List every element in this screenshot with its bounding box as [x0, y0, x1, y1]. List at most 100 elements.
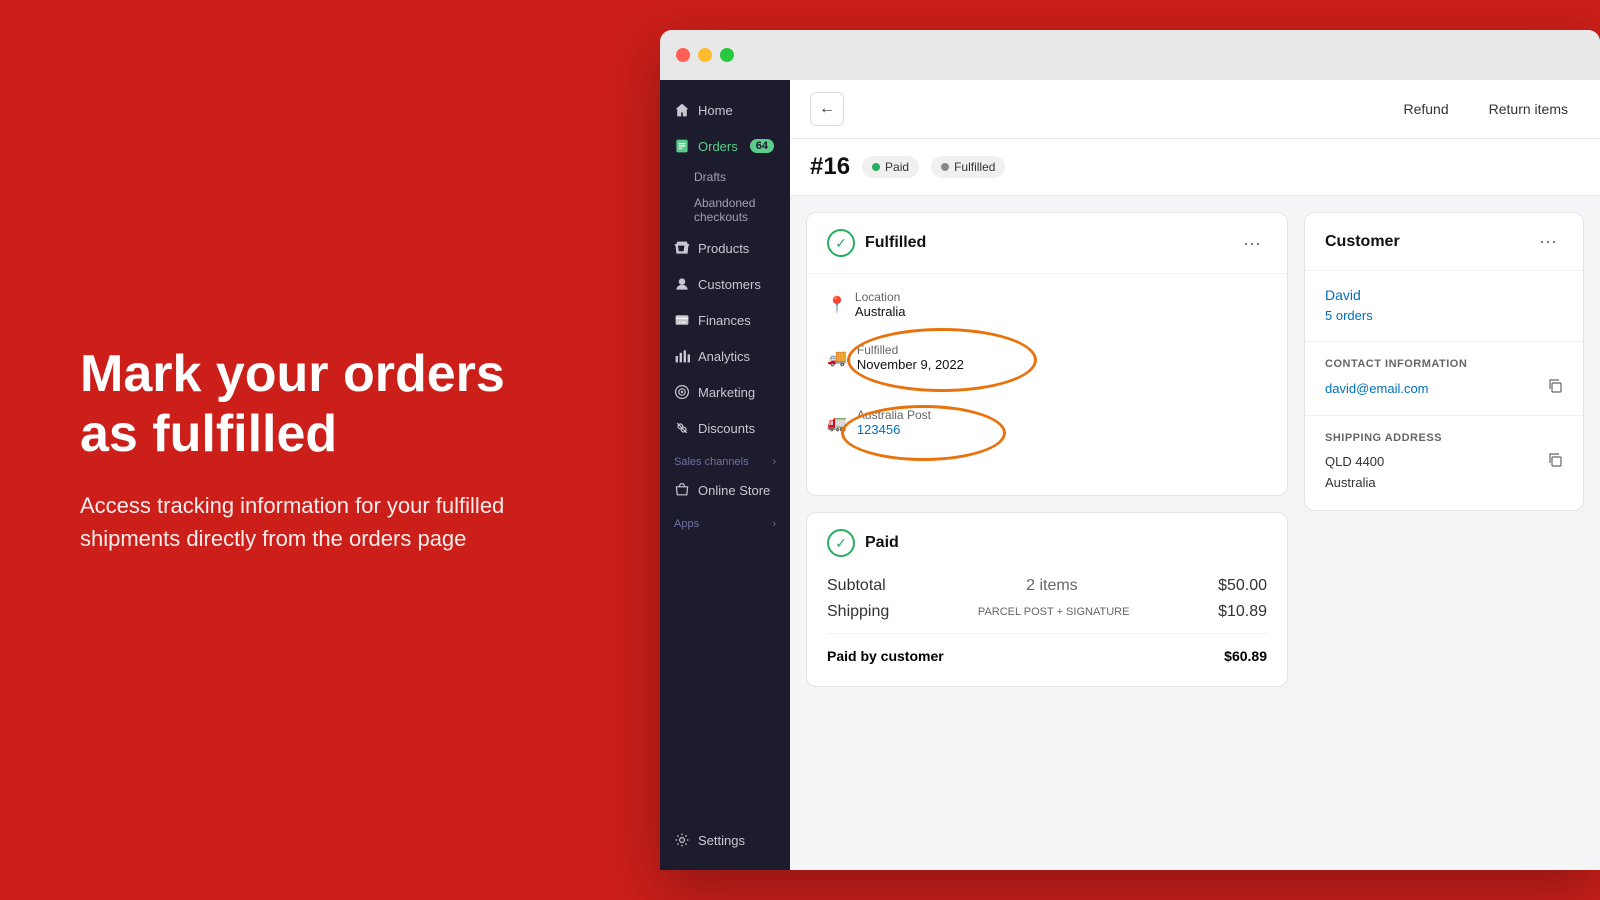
sidebar-item-products[interactable]: Products [660, 230, 790, 266]
hero-title: Mark your orders as fulfilled [80, 345, 560, 465]
paid-card: ✓ Paid Subtotal 2 items $50.00 Shi [806, 512, 1288, 687]
sidebar-settings-label: Settings [698, 833, 745, 848]
customer-card-title: Customer [1325, 233, 1400, 251]
browser-window: Home Orders 64 Drafts Abandoned checkout… [660, 30, 1600, 870]
paid-card-title: Paid [865, 534, 899, 552]
app-container: Home Orders 64 Drafts Abandoned checkout… [660, 80, 1600, 870]
shipping-section-label: SHIPPING ADDRESS [1325, 432, 1563, 444]
home-icon [674, 102, 690, 118]
paid-badge: Paid [862, 156, 919, 178]
hero-section: Mark your orders as fulfilled Access tra… [0, 285, 640, 615]
sidebar-marketing-label: Marketing [698, 385, 755, 400]
customer-orders-link[interactable]: 5 orders [1325, 308, 1373, 323]
order-header: #16 Paid Fulfilled [790, 139, 1600, 196]
paid-check-icon: ✓ [827, 529, 855, 557]
contact-row: david@email.com [1325, 378, 1563, 399]
refund-button[interactable]: Refund [1391, 95, 1460, 123]
address-row: QLD 4400 Australia [1325, 452, 1563, 494]
fulfilled-check-icon: ✓ [827, 229, 855, 257]
subtotal-items: 2 items [886, 577, 1218, 595]
sidebar-item-online-store[interactable]: Online Store [660, 472, 790, 508]
right-panel: Customer ··· David 5 orders CONTACT INFO… [1304, 212, 1584, 687]
shipping-section: SHIPPING ADDRESS QLD 4400 Australia [1305, 416, 1583, 510]
paid-by-label: Paid by customer [827, 648, 944, 664]
location-icon: 📍 [827, 295, 847, 315]
subtotal-label: Subtotal [827, 577, 886, 595]
customer-card: Customer ··· David 5 orders CONTACT INFO… [1304, 212, 1584, 511]
sidebar-item-home[interactable]: Home [660, 92, 790, 128]
hero-subtitle: Access tracking information for your ful… [80, 489, 560, 555]
sidebar-item-drafts[interactable]: Drafts [660, 164, 790, 190]
orders-badge: 64 [750, 139, 774, 153]
fulfilled-title-row: ✓ Fulfilled [827, 229, 926, 257]
analytics-icon [674, 348, 690, 364]
shipping-row: Shipping PARCEL POST + SIGNATURE $10.89 [827, 599, 1267, 625]
fulfilled-date-row: 🚚 Fulfilled November 9, 2022 [827, 333, 1267, 382]
discounts-icon [674, 420, 690, 436]
topbar: ← Refund Return items [790, 80, 1600, 139]
window-close-dot[interactable] [676, 48, 690, 62]
browser-bar [660, 30, 1600, 80]
fulfillment-details: 🚚 Fulfilled November 9, 2022 🚛 [827, 333, 1267, 467]
fulfilled-card-header: ✓ Fulfilled ··· [807, 213, 1287, 274]
fulfilled-dot [941, 163, 949, 171]
contact-section-label: CONTACT INFORMATION [1325, 358, 1563, 370]
tracking-row: 🚛 Australia Post 123456 [827, 398, 1267, 447]
left-column: ✓ Fulfilled ··· 📍 Location Au [806, 212, 1288, 687]
order-number: #16 [810, 153, 850, 181]
fulfilled-card: ✓ Fulfilled ··· 📍 Location Au [806, 212, 1288, 496]
back-button[interactable]: ← [810, 92, 844, 126]
customer-name-link[interactable]: David [1325, 287, 1563, 303]
products-icon [674, 240, 690, 256]
shipping-label: Shipping [827, 603, 889, 621]
fulfillment-date-info: Fulfilled November 9, 2022 [857, 343, 964, 372]
location-row: 📍 Location Australia [827, 290, 1267, 319]
return-items-button[interactable]: Return items [1477, 95, 1580, 123]
payment-divider [827, 633, 1267, 634]
copy-address-button[interactable] [1547, 452, 1563, 473]
copy-email-button[interactable] [1547, 378, 1563, 399]
subtotal-row: Subtotal 2 items $50.00 [827, 573, 1267, 599]
sidebar-online-store-label: Online Store [698, 483, 770, 498]
tracking-info: Australia Post 123456 [857, 408, 931, 437]
window-minimize-dot[interactable] [698, 48, 712, 62]
paid-card-body: Subtotal 2 items $50.00 Shipping PARCEL … [807, 557, 1287, 686]
sidebar-item-orders[interactable]: Orders 64 [660, 128, 790, 164]
shipping-amount: $10.89 [1218, 603, 1267, 621]
settings-icon [674, 832, 690, 848]
fulfilled-card-title: Fulfilled [865, 234, 926, 252]
fulfilled-more-button[interactable]: ··· [1237, 231, 1267, 256]
sidebar-orders-label: Orders [698, 139, 738, 154]
customer-card-header: Customer ··· [1305, 213, 1583, 271]
apps-header: Apps › [660, 508, 790, 534]
shipping-address: QLD 4400 Australia [1325, 452, 1384, 494]
marketing-icon [674, 384, 690, 400]
customer-card-body: David 5 orders [1305, 271, 1583, 341]
paid-dot [872, 163, 880, 171]
window-maximize-dot[interactable] [720, 48, 734, 62]
content-area: ✓ Fulfilled ··· 📍 Location Au [790, 196, 1600, 703]
sidebar-item-discounts[interactable]: Discounts [660, 410, 790, 446]
customer-more-button[interactable]: ··· [1533, 229, 1563, 254]
sidebar-item-analytics[interactable]: Analytics [660, 338, 790, 374]
sidebar-customers-label: Customers [698, 277, 761, 292]
fulfillment-truck-icon: 🚚 [827, 348, 847, 368]
paid-title-row: ✓ Paid [827, 529, 899, 557]
sidebar-item-finances[interactable]: Finances [660, 302, 790, 338]
tracking-truck-icon: 🚛 [827, 413, 847, 433]
sidebar-analytics-label: Analytics [698, 349, 750, 364]
subtotal-amount: $50.00 [1218, 577, 1267, 595]
sidebar-products-label: Products [698, 241, 749, 256]
sidebar-item-customers[interactable]: Customers [660, 266, 790, 302]
fulfilled-card-body: 📍 Location Australia [807, 274, 1287, 495]
paid-card-header: ✓ Paid [807, 513, 1287, 557]
customer-email-link[interactable]: david@email.com [1325, 381, 1429, 396]
customers-icon [674, 276, 690, 292]
sidebar-item-marketing[interactable]: Marketing [660, 374, 790, 410]
sidebar-home-label: Home [698, 103, 733, 118]
sales-channels-header: Sales channels › [660, 446, 790, 472]
sidebar-item-abandoned[interactable]: Abandoned checkouts [660, 190, 790, 230]
shipping-method: PARCEL POST + SIGNATURE [889, 606, 1218, 618]
orders-icon [674, 138, 690, 154]
sidebar-item-settings[interactable]: Settings [660, 822, 790, 858]
